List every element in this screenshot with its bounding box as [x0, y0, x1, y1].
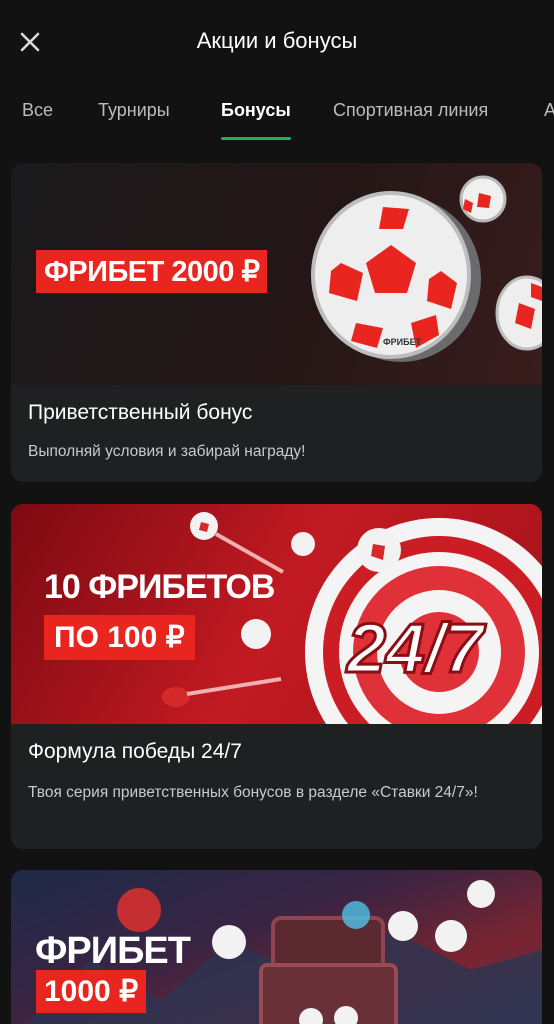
tab-more[interactable]: А [544, 100, 554, 121]
tab-bar: Все Турниры Бонусы Спортивная линия А [0, 96, 554, 144]
tab-bonuses[interactable]: Бонусы [221, 100, 291, 121]
promo-card-freebet-1000[interactable]: ФРИБЕТ 1000 ₽ [11, 870, 542, 1024]
promo-banner[interactable]: 24/7 10 ФРИБЕТОВ ПО 100 ₽ [11, 504, 542, 724]
banner-headline: ФРИБЕТ [35, 930, 191, 972]
tab-tournaments[interactable]: Турниры [98, 100, 170, 121]
tab-sports-line[interactable]: Спортивная линия [333, 100, 488, 121]
freebet-badge: ФРИБЕТ 2000 ₽ [36, 250, 268, 293]
promo-banner[interactable]: ФРИБЕТ ФРИБЕТ 2000 ₽ [11, 163, 542, 385]
coin-label: ФРИБЕТ [383, 337, 422, 347]
promo-title: Формула победы 24/7 [28, 740, 242, 763]
page-title: Акции и бонусы [196, 28, 358, 53]
promo-description: Твоя серия приветственных бонусов в разд… [28, 784, 478, 801]
promo-title: Приветственный бонус [28, 401, 253, 424]
freebet-badge: ПО 100 ₽ [44, 615, 195, 660]
promo-description: Выполняй условия и забирай награду! [28, 443, 306, 460]
header: Акции и бонусы [0, 0, 554, 84]
banner-headline: 10 ФРИБЕТОВ [44, 568, 275, 606]
promo-banner[interactable]: ФРИБЕТ 1000 ₽ [11, 870, 542, 1024]
dartboard-illustration: 24/7 [162, 512, 542, 724]
dartboard-24-7-text: 24/7 [345, 609, 486, 687]
freebet-badge: 1000 ₽ [36, 970, 147, 1013]
tab-all[interactable]: Все [22, 100, 53, 121]
promo-card-welcome-bonus[interactable]: ФРИБЕТ ФРИБЕТ 2000 ₽ Приветственный бону… [11, 163, 542, 482]
active-tab-indicator [221, 137, 291, 140]
promo-card-formula-24-7[interactable]: 24/7 10 ФРИБЕТОВ ПО 100 ₽ Формула победы… [11, 504, 542, 849]
